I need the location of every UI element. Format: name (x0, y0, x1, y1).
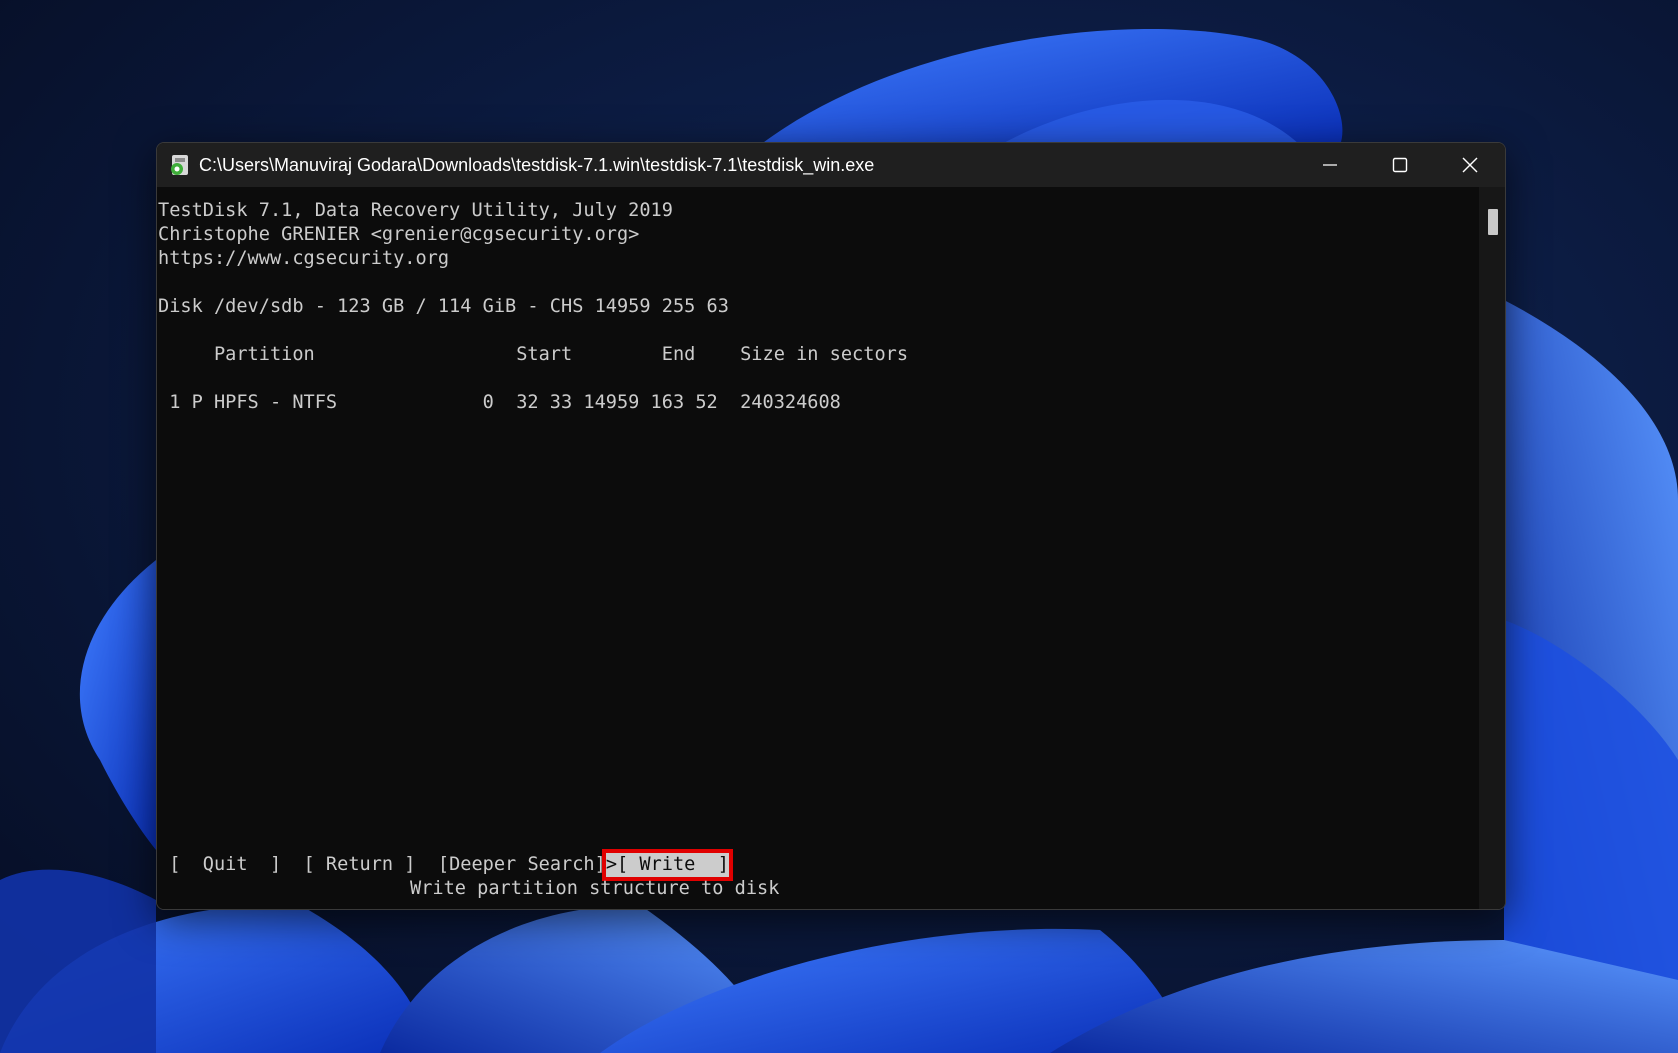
close-icon (1462, 157, 1478, 173)
partition-row[interactable]: 1 P HPFS - NTFS 0 32 33 14959 163 52 240… (158, 391, 841, 415)
console-output[interactable]: TestDisk 7.1, Data Recovery Utility, Jul… (157, 187, 1479, 909)
deeper-search-button[interactable]: [Deeper Search] (438, 854, 606, 875)
testdisk-app-icon (171, 155, 188, 175)
quit-button[interactable]: [ Quit ] (169, 854, 281, 875)
maximize-icon (1392, 157, 1408, 173)
title-bar[interactable]: C:\Users\Manuviraj Godara\Downloads\test… (157, 143, 1505, 187)
header-line-2: Christophe GRENIER <grenier@cgsecurity.o… (158, 224, 640, 245)
action-menu: [ Quit ] [ Return ] [Deeper Search]>[ Wr… (158, 849, 733, 881)
scrollbar-thumb[interactable] (1488, 209, 1498, 235)
window-title: C:\Users\Manuviraj Godara\Downloads\test… (199, 155, 875, 175)
write-hint-text: Write partition structure to disk (410, 878, 780, 899)
maximize-button[interactable] (1365, 143, 1435, 187)
write-button[interactable]: >[ Write ] (601, 849, 733, 881)
minimize-icon (1323, 164, 1337, 166)
vertical-scrollbar[interactable] (1479, 187, 1505, 909)
testdisk-window: C:\Users\Manuviraj Godara\Downloads\test… (156, 142, 1506, 910)
minimize-button[interactable] (1295, 143, 1365, 187)
header-line-1: TestDisk 7.1, Data Recovery Utility, Jul… (158, 200, 673, 221)
partition-table-header: Partition Start End Size in sectors (158, 344, 909, 365)
disk-info-line: Disk /dev/sdb - 123 GB / 114 GiB - CHS 1… (158, 296, 729, 317)
header-line-3: https://www.cgsecurity.org (158, 248, 450, 269)
close-button[interactable] (1435, 143, 1505, 187)
return-button[interactable]: [ Return ] (304, 854, 416, 875)
